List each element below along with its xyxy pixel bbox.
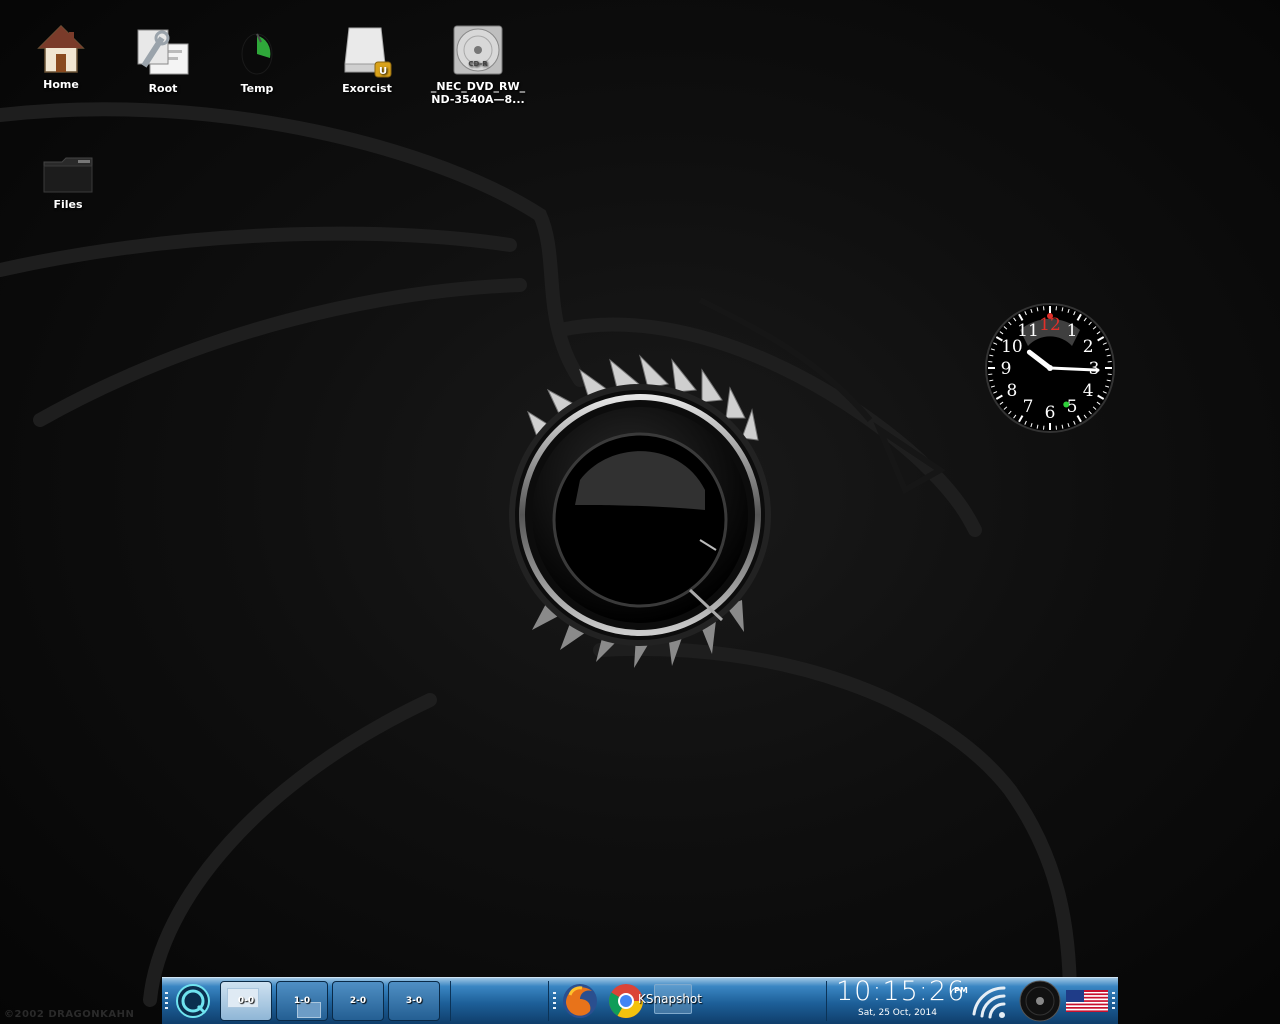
clock-ampm: PM xyxy=(954,986,968,995)
home-icon xyxy=(37,24,85,73)
clock-numeral: 7 xyxy=(1023,397,1034,417)
desktop-pager-3[interactable]: 3-0 xyxy=(388,981,440,1021)
media-player-icon[interactable] xyxy=(1018,979,1062,1023)
clock-numeral: 1 xyxy=(1067,321,1078,341)
desktop-icon-exorcist[interactable]: U Exorcist xyxy=(312,24,422,95)
desktop-icon-temp[interactable]: Temp xyxy=(202,28,312,95)
panel-separator xyxy=(826,981,827,1021)
taskbar-task-ksnapshot[interactable]: KSnapshot xyxy=(638,992,702,1006)
usb-badge-text: U xyxy=(379,66,387,77)
clock-date: Sat, 25 Oct, 2014 xyxy=(858,1008,937,1018)
panel-separator xyxy=(548,981,549,1021)
pager-label: 0-0 xyxy=(237,996,255,1006)
panel-separator xyxy=(450,981,451,1021)
panel-grip-middle[interactable] xyxy=(553,992,556,1012)
clock-numeral: 5 xyxy=(1067,397,1078,417)
wifi-icon[interactable] xyxy=(970,984,1010,1020)
desktop-pager-0[interactable]: 0-0 xyxy=(220,981,272,1021)
pager-label: 3-0 xyxy=(405,996,423,1006)
clock-numeral: 6 xyxy=(1045,403,1056,423)
cdrom-drive-icon: CD-R xyxy=(453,25,503,75)
cd-badge-text: CD-R xyxy=(468,60,488,68)
desktop-wallpaper xyxy=(0,102,1077,1007)
panel-grip-left[interactable] xyxy=(165,992,168,1012)
icon-label: _NEC_DVD_RW_ ND-3540A—8... xyxy=(430,80,526,106)
clock-numeral: 4 xyxy=(1083,381,1094,401)
digital-clock[interactable]: 10:15:26 PM Sat, 25 Oct, 2014 xyxy=(836,976,976,1024)
panel-grip-right[interactable] xyxy=(1112,992,1115,1012)
folder-icon xyxy=(43,157,93,193)
icon-label: Home xyxy=(43,78,79,91)
desktop-icon-files[interactable]: Files xyxy=(13,156,123,211)
icon-label: Files xyxy=(53,198,83,211)
desktop-pager-2[interactable]: 2-0 xyxy=(332,981,384,1021)
clock-time: 10:15:26 xyxy=(836,976,966,1007)
desktop-pager-1[interactable]: 1-0 xyxy=(276,981,328,1021)
icon-label: Exorcist xyxy=(342,82,392,95)
pager-label: 2-0 xyxy=(349,996,367,1006)
icon-label: Temp xyxy=(240,82,274,95)
desktop-icon-dvd-drive[interactable]: CD-R _NEC_DVD_RW_ ND-3540A—8... xyxy=(422,24,534,106)
clock-12-marker xyxy=(1047,313,1053,319)
us-flag-keyboard-layout-icon[interactable] xyxy=(1066,990,1108,1012)
firefox-icon[interactable] xyxy=(560,981,600,1021)
pager-label: 1-0 xyxy=(293,996,311,1006)
clock-numeral: 2 xyxy=(1083,337,1094,357)
wallpaper-watermark: ©2002 DRAGONKAHN xyxy=(4,1009,135,1020)
clock-numeral: 8 xyxy=(1006,381,1017,401)
temp-folder-icon xyxy=(241,33,273,75)
analog-clock-widget[interactable]: 121234567891011 xyxy=(984,302,1116,434)
clock-numeral: 9 xyxy=(1001,359,1012,379)
app-menu-button[interactable] xyxy=(174,982,212,1020)
usb-drive-icon: U xyxy=(344,27,392,78)
clock-numeral: 11 xyxy=(1017,321,1039,341)
desktop-icon-home[interactable]: Home xyxy=(6,24,116,91)
taskbar-panel: 0-0 1-0 2-0 3-0 KSnapshot 10:15:26 PM Sa… xyxy=(162,976,1118,1024)
clock-second-marker xyxy=(1063,401,1070,408)
root-folder-icon xyxy=(137,29,189,75)
